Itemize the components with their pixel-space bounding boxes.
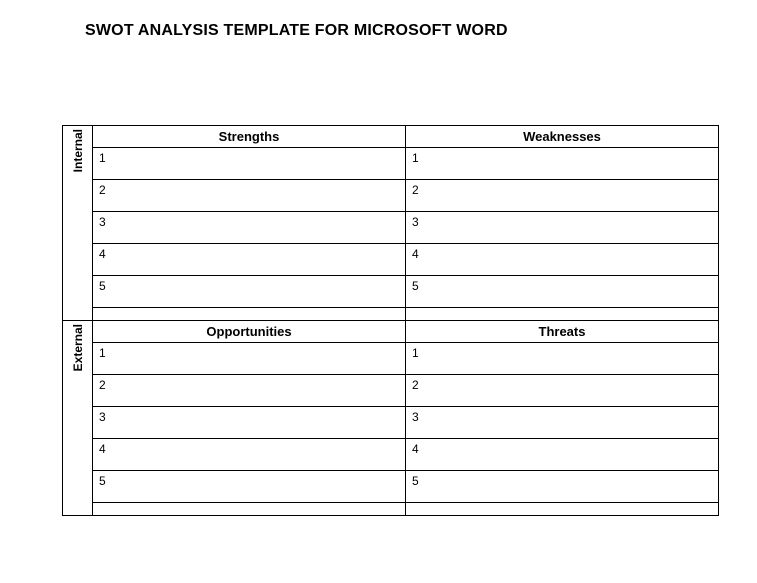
cell-weaknesses-2: 2 xyxy=(406,180,719,212)
header-threats: Threats xyxy=(406,321,719,343)
cell-threats-3: 3 xyxy=(406,407,719,439)
header-opportunities: Opportunities xyxy=(93,321,406,343)
page-title: SWOT ANALYSIS TEMPLATE FOR MICROSOFT WOR… xyxy=(85,22,737,40)
row-label-external: External xyxy=(63,321,93,516)
cell-weaknesses-1: 1 xyxy=(406,148,719,180)
header-strengths: Strengths xyxy=(93,126,406,148)
cell-strengths-2: 2 xyxy=(93,180,406,212)
blank-row-internal-right xyxy=(406,308,719,321)
cell-opportunities-3: 3 xyxy=(93,407,406,439)
blank-row-internal-left xyxy=(93,308,406,321)
cell-threats-1: 1 xyxy=(406,343,719,375)
cell-opportunities-5: 5 xyxy=(93,471,406,503)
row-label-internal-text: Internal xyxy=(71,129,85,172)
blank-row-external-right xyxy=(406,503,719,516)
cell-weaknesses-5: 5 xyxy=(406,276,719,308)
row-label-internal: Internal xyxy=(63,126,93,321)
cell-strengths-1: 1 xyxy=(93,148,406,180)
blank-row-external-left xyxy=(93,503,406,516)
swot-table: Internal Strengths Weaknesses 1 1 2 2 3 … xyxy=(62,125,719,516)
cell-threats-2: 2 xyxy=(406,375,719,407)
cell-strengths-3: 3 xyxy=(93,212,406,244)
cell-opportunities-2: 2 xyxy=(93,375,406,407)
header-weaknesses: Weaknesses xyxy=(406,126,719,148)
cell-threats-4: 4 xyxy=(406,439,719,471)
cell-weaknesses-4: 4 xyxy=(406,244,719,276)
cell-strengths-5: 5 xyxy=(93,276,406,308)
row-label-external-text: External xyxy=(71,324,85,371)
cell-opportunities-1: 1 xyxy=(93,343,406,375)
cell-weaknesses-3: 3 xyxy=(406,212,719,244)
cell-strengths-4: 4 xyxy=(93,244,406,276)
cell-threats-5: 5 xyxy=(406,471,719,503)
cell-opportunities-4: 4 xyxy=(93,439,406,471)
